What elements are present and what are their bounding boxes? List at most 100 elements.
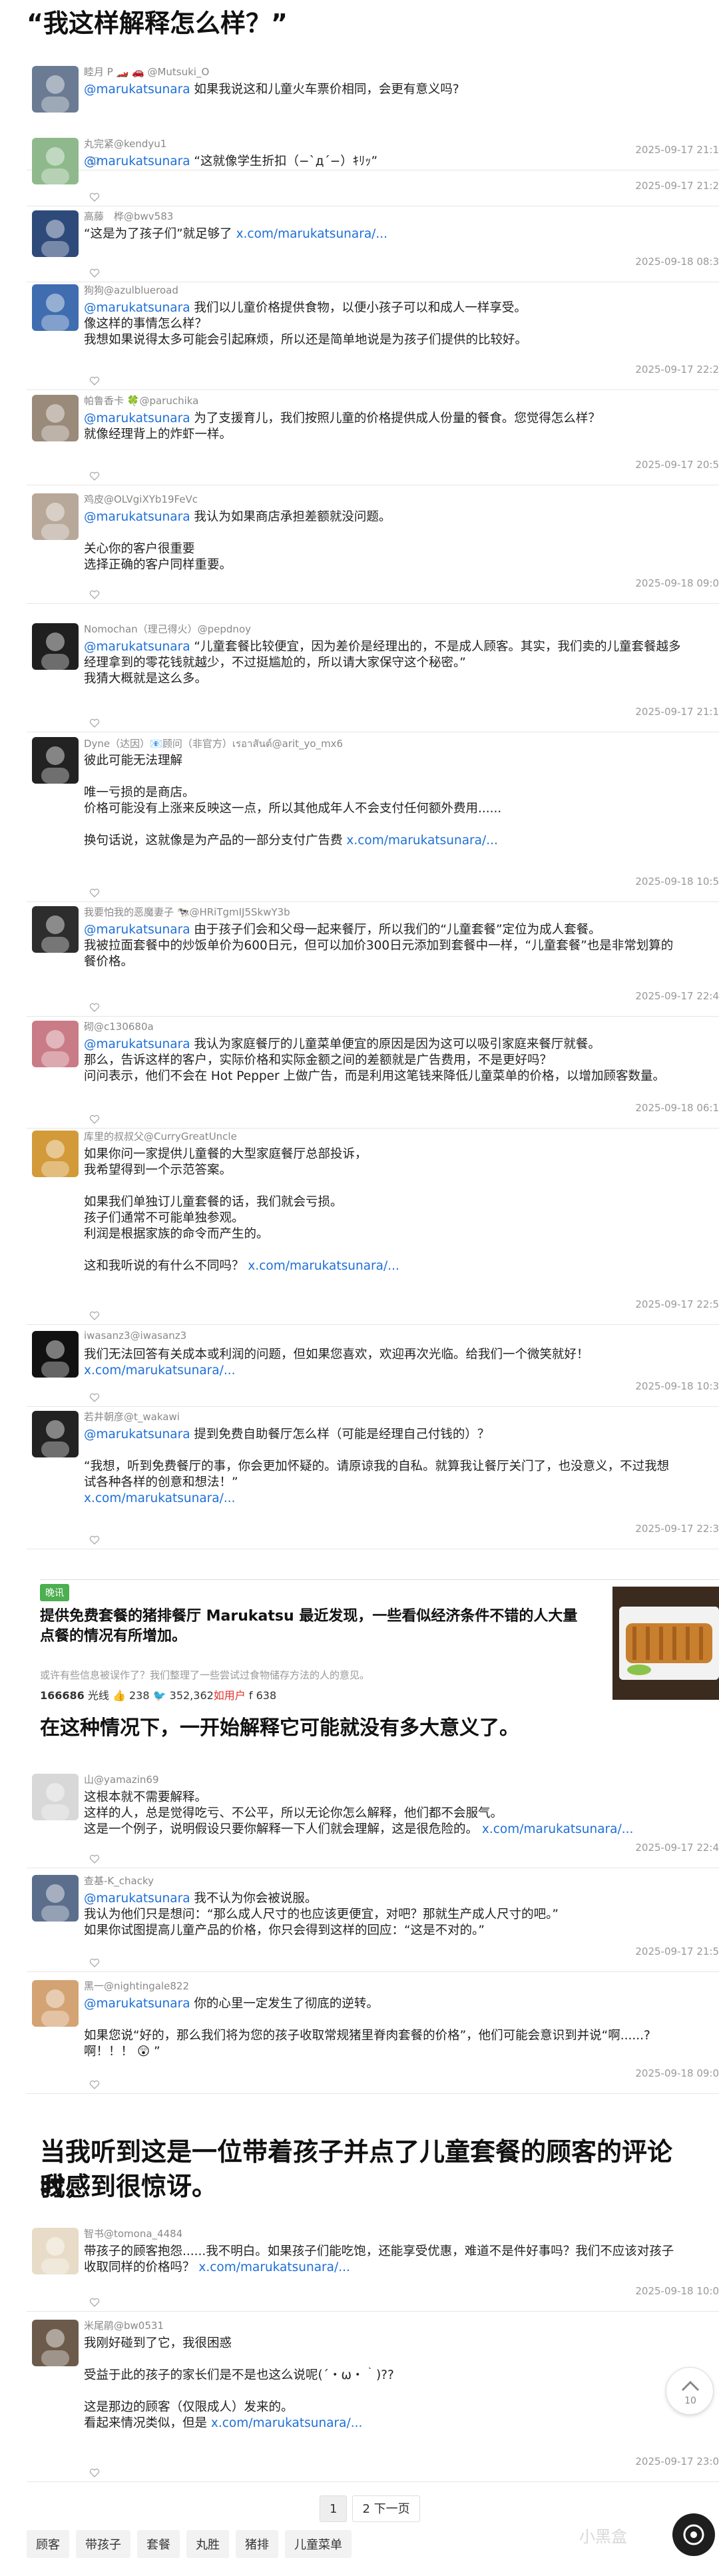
tag-list: 顾客 带孩子 套餐 丸胜 猪排 儿童菜单 <box>27 2530 352 2558</box>
floating-action-button[interactable] <box>672 2513 715 2556</box>
card-stats: 166686 光线 👍 238 🐦 352,362如用户 f 638 <box>40 1686 276 1702</box>
user-avatar[interactable] <box>32 138 79 184</box>
like-heart-icon[interactable] <box>89 268 100 278</box>
tweet-body: @marukatsunara 我们以儿童价格提供食物，以便小孩子可以和成人一样享… <box>84 300 719 348</box>
user-handle[interactable]: 黑一@nightingale822 <box>84 1979 189 1993</box>
like-heart-icon[interactable] <box>89 888 100 898</box>
tweet-text: 我猜大概就是这么多。 <box>84 672 208 686</box>
scroll-top-icon: 10 <box>681 2380 700 2406</box>
tag[interactable]: 套餐 <box>137 2530 180 2558</box>
user-avatar[interactable] <box>32 623 79 670</box>
tonkatsu-image[interactable] <box>612 1587 719 1700</box>
mention-link[interactable]: @marukatsunara <box>84 1892 190 1906</box>
user-avatar[interactable] <box>32 1875 79 1922</box>
tag[interactable]: 带孩子 <box>76 2530 130 2558</box>
mention-link[interactable]: @marukatsunara <box>84 923 190 937</box>
user-handle[interactable]: 智书@tomona_4484 <box>84 2226 182 2240</box>
user-handle[interactable]: 帕鲁香卡 🍀@paruchika <box>84 393 198 407</box>
tweet-line <box>84 525 719 541</box>
user-handle[interactable]: 山@yamazin69 <box>84 1772 159 1786</box>
user-avatar[interactable] <box>32 1774 79 1820</box>
user-avatar[interactable] <box>32 906 79 953</box>
tweet-line: 餐价格。 <box>84 954 719 970</box>
user-avatar[interactable] <box>32 493 79 540</box>
user-handle[interactable]: 鸡皮@OLVgiXYb19FeVc <box>84 492 198 506</box>
mention-link[interactable]: @marukatsunara <box>84 1037 190 1051</box>
user-avatar[interactable] <box>32 2320 79 2366</box>
user-handle[interactable]: 砌@c130680a <box>84 1019 154 1033</box>
user-handle[interactable]: iwasanz3@iwasanz3 <box>84 1330 186 1342</box>
page-current[interactable]: 1 <box>320 2495 348 2522</box>
user-handle[interactable]: 狗狗@azulblueroad <box>84 283 178 297</box>
tweet-url-link[interactable]: x.com/marukatsunara/... <box>198 2260 350 2274</box>
tweet-url-link[interactable]: x.com/marukatsunara/... <box>211 2416 362 2430</box>
tweet-date: 2025-09-18 08:3 <box>635 256 719 268</box>
user-avatar[interactable] <box>32 2228 79 2274</box>
user-handle[interactable]: 我要怕我的恶魔妻子 🐄@HRiTgmIJ5SkwY3b <box>84 905 290 919</box>
user-avatar[interactable] <box>32 1131 79 1177</box>
user-avatar[interactable] <box>32 737 79 784</box>
card-title[interactable]: 提供免费套餐的猪排餐厅 Marukatsu 最近发现，一些看似经济条件不错的人大… <box>40 1607 586 1647</box>
like-heart-icon[interactable] <box>89 192 100 202</box>
mention-link[interactable]: @marukatsunara <box>84 154 190 168</box>
tweet-url-link[interactable]: x.com/marukatsunara/... <box>346 834 497 848</box>
user-avatar[interactable] <box>32 1331 79 1378</box>
tweet-text: 由于孩子们会和父母一起来餐厅，所以我们的“儿童套餐”定位为成人套餐。 <box>190 923 601 937</box>
user-avatar[interactable] <box>32 395 79 441</box>
mention-link[interactable]: @marukatsunara <box>84 411 190 425</box>
tweet-url-link[interactable]: x.com/marukatsunara/... <box>482 1822 633 1836</box>
tweet-url-link[interactable]: x.com/marukatsunara/... <box>84 1491 235 1505</box>
like-heart-icon[interactable] <box>89 1002 100 1013</box>
user-avatar[interactable] <box>32 1980 79 2027</box>
like-heart-icon[interactable] <box>89 1114 100 1125</box>
like-heart-icon[interactable] <box>89 718 100 728</box>
like-heart-icon[interactable] <box>89 1957 100 1968</box>
user-handle[interactable]: 睦月 P 🏎️ 🚗 @Mutsuki_O <box>84 65 209 79</box>
tweet-line <box>84 2384 719 2400</box>
like-heart-icon[interactable] <box>89 1310 100 1321</box>
like-heart-icon[interactable] <box>89 471 100 481</box>
tag[interactable]: 丸胜 <box>186 2530 229 2558</box>
like-heart-icon[interactable] <box>89 1535 100 1545</box>
tweet-url-link[interactable]: x.com/marukatsunara/... <box>84 1364 235 1378</box>
like-heart-icon[interactable] <box>89 2079 100 2090</box>
user-handle[interactable]: 库里的叔叔父@CurryGreatUncle <box>84 1129 237 1143</box>
tweet-text: “这就像学生折扣（−`д´−）ｷﾘｯ” <box>190 154 378 168</box>
user-handle[interactable]: Nomochan（理己得火）@pepdnoy <box>84 622 251 636</box>
user-avatar[interactable] <box>32 284 79 331</box>
tag[interactable]: 猪排 <box>236 2530 278 2558</box>
tweet-line: 彼此可能无法理解 <box>84 753 719 769</box>
user-avatar[interactable] <box>32 210 79 257</box>
mention-link[interactable]: @marukatsunara <box>84 83 190 97</box>
tweet-line: 唯一亏损的是商店。 <box>84 785 719 801</box>
user-handle[interactable]: 米尾鹃@bw0531 <box>84 2318 164 2332</box>
page-next-button[interactable]: 2 下一页 <box>352 2495 420 2522</box>
like-heart-icon[interactable] <box>89 376 100 386</box>
user-avatar[interactable] <box>32 66 79 113</box>
tag[interactable]: 儿童菜单 <box>285 2530 352 2558</box>
user-handle[interactable]: 丸完紧@kendyu1 <box>84 136 166 150</box>
user-handle[interactable]: Dyne（达因）📧顾问（非官方）เรอาสันต์@arit_yo_mx6 <box>84 736 343 752</box>
tweet-date: 2025-09-18 10:5 <box>635 876 719 888</box>
mention-link[interactable]: @marukatsunara <box>84 510 190 524</box>
like-heart-icon[interactable] <box>89 589 100 600</box>
mention-link[interactable]: @marukatsunara <box>84 301 190 315</box>
tweet-url-link[interactable]: x.com/marukatsunara/... <box>248 1259 399 1273</box>
user-handle[interactable]: 高藤 桦@bwv583 <box>84 209 173 223</box>
mention-link[interactable]: @marukatsunara <box>84 640 190 654</box>
news-card[interactable]: 晚讯 提供免费套餐的猪排餐厅 Marukatsu 最近发现，一些看似经济条件不错… <box>40 1579 719 1702</box>
mention-link[interactable]: @marukatsunara <box>84 1427 190 1441</box>
user-handle[interactable]: 查基-K_chacky <box>84 1874 154 1888</box>
user-handle[interactable]: 若井朝彦@t_wakawi <box>84 1410 180 1423</box>
like-heart-icon[interactable] <box>89 1392 100 1403</box>
like-heart-icon[interactable] <box>89 2297 100 2308</box>
like-heart-icon[interactable] <box>89 2467 100 2478</box>
user-avatar[interactable] <box>32 1411 79 1457</box>
scroll-top-button[interactable]: 10 <box>666 2367 714 2415</box>
mention-link[interactable]: @marukatsunara <box>84 1997 190 2011</box>
tweet-line: 这是一个例子，说明假设只要你解释一下人们就会理解，这是很危险的。 x.com/m… <box>84 1822 719 1838</box>
user-avatar[interactable] <box>32 1021 79 1067</box>
tweet-url-link[interactable]: x.com/marukatsunara/... <box>236 227 387 241</box>
like-heart-icon[interactable] <box>89 1854 100 1864</box>
tag[interactable]: 顾客 <box>27 2530 69 2558</box>
